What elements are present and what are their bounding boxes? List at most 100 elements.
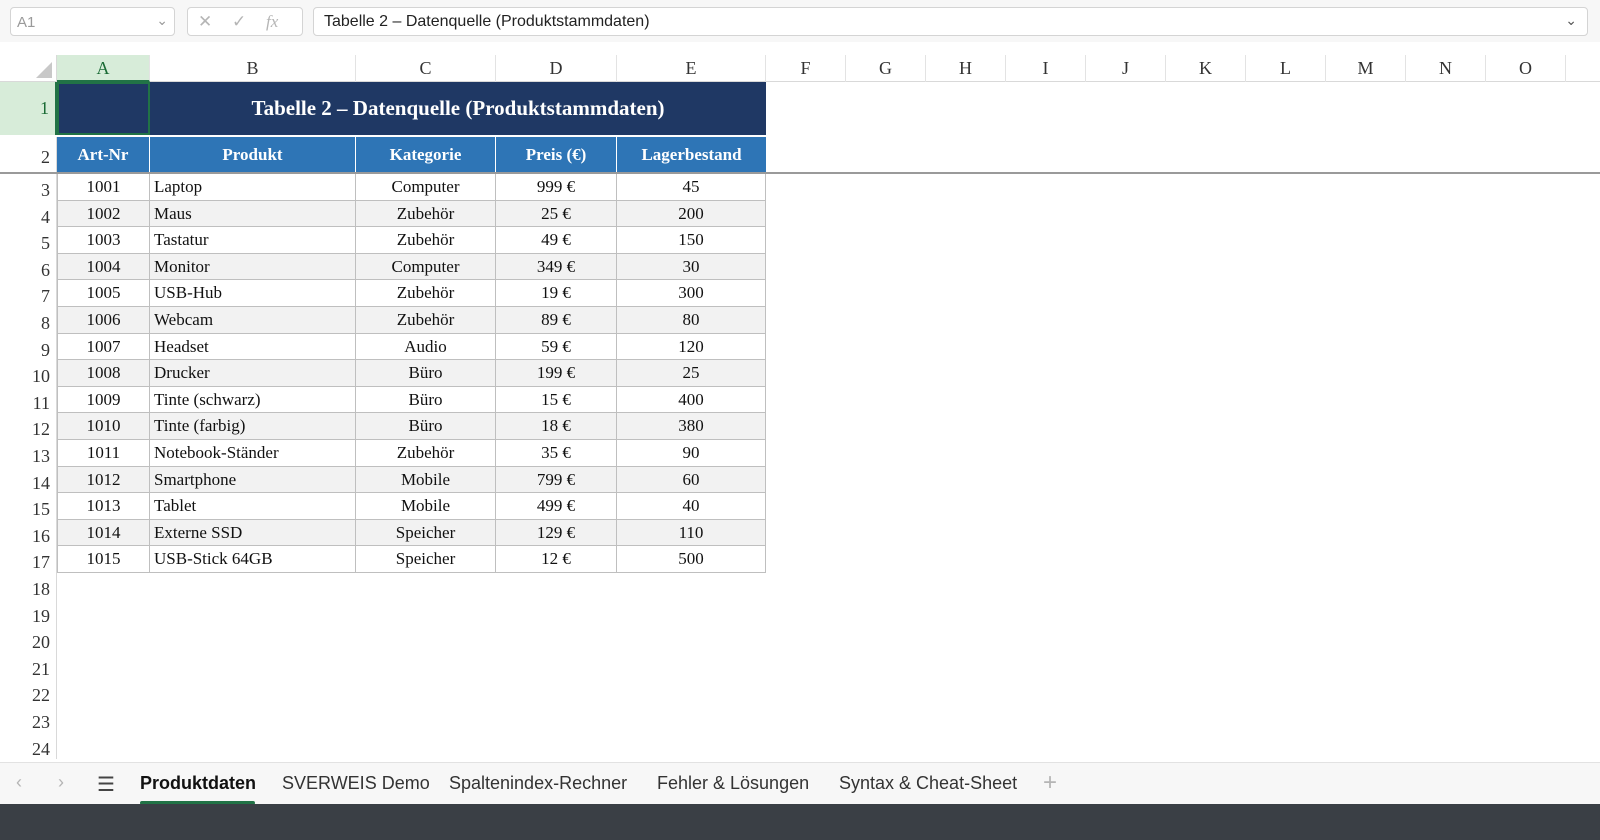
cell-art-nr[interactable]: 1013	[57, 493, 150, 520]
cell-preis[interactable]: 12 €	[496, 546, 617, 573]
chevron-down-icon[interactable]: ⌄	[156, 12, 168, 29]
header-lagerbestand[interactable]: Lagerbestand	[617, 137, 766, 172]
cell-lagerbestand[interactable]: 45	[617, 174, 766, 201]
cell-kategorie[interactable]: Computer	[356, 174, 496, 201]
cell-preis[interactable]: 349 €	[496, 253, 617, 281]
cell-kategorie[interactable]: Zubehör	[356, 227, 496, 254]
cell-lagerbestand[interactable]: 25	[617, 360, 766, 387]
row-header-5[interactable]: 5	[0, 227, 57, 254]
cell-lagerbestand[interactable]: 500	[617, 546, 766, 573]
selected-cell-a1[interactable]	[57, 82, 150, 135]
cell-kategorie[interactable]: Büro	[356, 413, 496, 440]
row-header-8[interactable]: 8	[0, 307, 57, 334]
cell-produkt[interactable]: Drucker	[150, 360, 356, 387]
select-all-corner[interactable]	[0, 55, 57, 82]
add-sheet-icon[interactable]: +	[1043, 769, 1057, 797]
cell-preis[interactable]: 199 €	[496, 360, 617, 387]
column-header-d[interactable]: D	[496, 55, 617, 82]
row-header-13[interactable]: 13	[0, 440, 57, 467]
column-header-b[interactable]: B	[150, 55, 356, 82]
column-header-f[interactable]: F	[766, 55, 846, 82]
cell-art-nr[interactable]: 1015	[57, 546, 150, 573]
cell-art-nr[interactable]: 1011	[57, 440, 150, 467]
cell-art-nr[interactable]: 1007	[57, 333, 150, 361]
cell-art-nr[interactable]: 1006	[57, 307, 150, 334]
row-header-22[interactable]: 22	[0, 679, 57, 706]
cell-produkt[interactable]: Notebook-Ständer	[150, 440, 356, 467]
cell-lagerbestand[interactable]: 400	[617, 386, 766, 414]
cell-preis[interactable]: 25 €	[496, 200, 617, 228]
cell-produkt[interactable]: Tinte (farbig)	[150, 413, 356, 440]
cell-lagerbestand[interactable]: 120	[617, 333, 766, 361]
header-art-nr[interactable]: Art-Nr	[57, 137, 150, 172]
header-preis[interactable]: Preis (€)	[496, 137, 617, 172]
cell-kategorie[interactable]: Speicher	[356, 519, 496, 547]
cell-preis[interactable]: 799 €	[496, 466, 617, 494]
tab-spaltenindex-rechner[interactable]: Spaltenindex-Rechner	[449, 773, 627, 794]
name-box[interactable]: A1 ⌄	[10, 7, 175, 36]
cell-lagerbestand[interactable]: 150	[617, 227, 766, 254]
header-kategorie[interactable]: Kategorie	[356, 137, 496, 172]
column-header-o[interactable]: O	[1486, 55, 1566, 82]
cell-preis[interactable]: 499 €	[496, 493, 617, 520]
cell-art-nr[interactable]: 1002	[57, 200, 150, 228]
row-header-14[interactable]: 14	[0, 466, 57, 494]
cell-produkt[interactable]: Laptop	[150, 174, 356, 201]
row-header-18[interactable]: 18	[0, 573, 57, 600]
cell-kategorie[interactable]: Büro	[356, 386, 496, 414]
row-header-23[interactable]: 23	[0, 706, 57, 733]
cell-preis[interactable]: 49 €	[496, 227, 617, 254]
cancel-icon[interactable]: ✕	[198, 12, 212, 32]
cell-kategorie[interactable]: Zubehör	[356, 307, 496, 334]
column-header-j[interactable]: J	[1086, 55, 1166, 82]
cell-lagerbestand[interactable]: 40	[617, 493, 766, 520]
cell-lagerbestand[interactable]: 80	[617, 307, 766, 334]
row-header-21[interactable]: 21	[0, 652, 57, 680]
cell-art-nr[interactable]: 1008	[57, 360, 150, 387]
cell-produkt[interactable]: Monitor	[150, 253, 356, 281]
cell-kategorie[interactable]: Speicher	[356, 546, 496, 573]
cell-lagerbestand[interactable]: 30	[617, 253, 766, 281]
row-header-20[interactable]: 20	[0, 626, 57, 653]
column-header-c[interactable]: C	[356, 55, 496, 82]
cell-kategorie[interactable]: Mobile	[356, 493, 496, 520]
cell-produkt[interactable]: Maus	[150, 200, 356, 228]
cell-produkt[interactable]: Externe SSD	[150, 519, 356, 547]
cell-art-nr[interactable]: 1012	[57, 466, 150, 494]
cell-produkt[interactable]: Tinte (schwarz)	[150, 386, 356, 414]
tab-syntax-cheat-sheet[interactable]: Syntax & Cheat-Sheet	[839, 773, 1017, 794]
row-header-3[interactable]: 3	[0, 174, 57, 201]
cell-kategorie[interactable]: Zubehör	[356, 280, 496, 307]
cell-preis[interactable]: 89 €	[496, 307, 617, 334]
row-header-17[interactable]: 17	[0, 546, 57, 573]
cell-art-nr[interactable]: 1001	[57, 174, 150, 201]
row-header-1[interactable]: 1	[0, 82, 57, 135]
cell-lagerbestand[interactable]: 60	[617, 466, 766, 494]
sheet-title[interactable]: Tabelle 2 – Datenquelle (Produktstammdat…	[150, 82, 766, 135]
row-header-11[interactable]: 11	[0, 386, 57, 414]
row-header-6[interactable]: 6	[0, 253, 57, 281]
cell-preis[interactable]: 999 €	[496, 174, 617, 201]
expand-chevron-icon[interactable]: ⌄	[1565, 12, 1577, 29]
row-header-19[interactable]: 19	[0, 599, 57, 627]
cell-preis[interactable]: 15 €	[496, 386, 617, 414]
cell-preis[interactable]: 59 €	[496, 333, 617, 361]
column-header-a[interactable]: A	[57, 55, 150, 82]
row-header-2[interactable]: 2	[0, 137, 57, 172]
row-header-7[interactable]: 7	[0, 280, 57, 307]
row-header-10[interactable]: 10	[0, 360, 57, 387]
column-header-e[interactable]: E	[617, 55, 766, 82]
cell-kategorie[interactable]: Mobile	[356, 466, 496, 494]
tab-fehler-loesungen[interactable]: Fehler & Lösungen	[657, 773, 809, 794]
cell-art-nr[interactable]: 1009	[57, 386, 150, 414]
column-header-m[interactable]: M	[1326, 55, 1406, 82]
row-header-12[interactable]: 12	[0, 413, 57, 440]
cell-art-nr[interactable]: 1014	[57, 519, 150, 547]
cell-produkt[interactable]: Tastatur	[150, 227, 356, 254]
sheet-list-menu-icon[interactable]: ☰	[97, 772, 115, 797]
cell-kategorie[interactable]: Büro	[356, 360, 496, 387]
row-header-24[interactable]: 24	[0, 732, 57, 760]
cell-produkt[interactable]: Headset	[150, 333, 356, 361]
cell-art-nr[interactable]: 1004	[57, 253, 150, 281]
next-sheet-icon[interactable]: ›	[58, 772, 64, 793]
